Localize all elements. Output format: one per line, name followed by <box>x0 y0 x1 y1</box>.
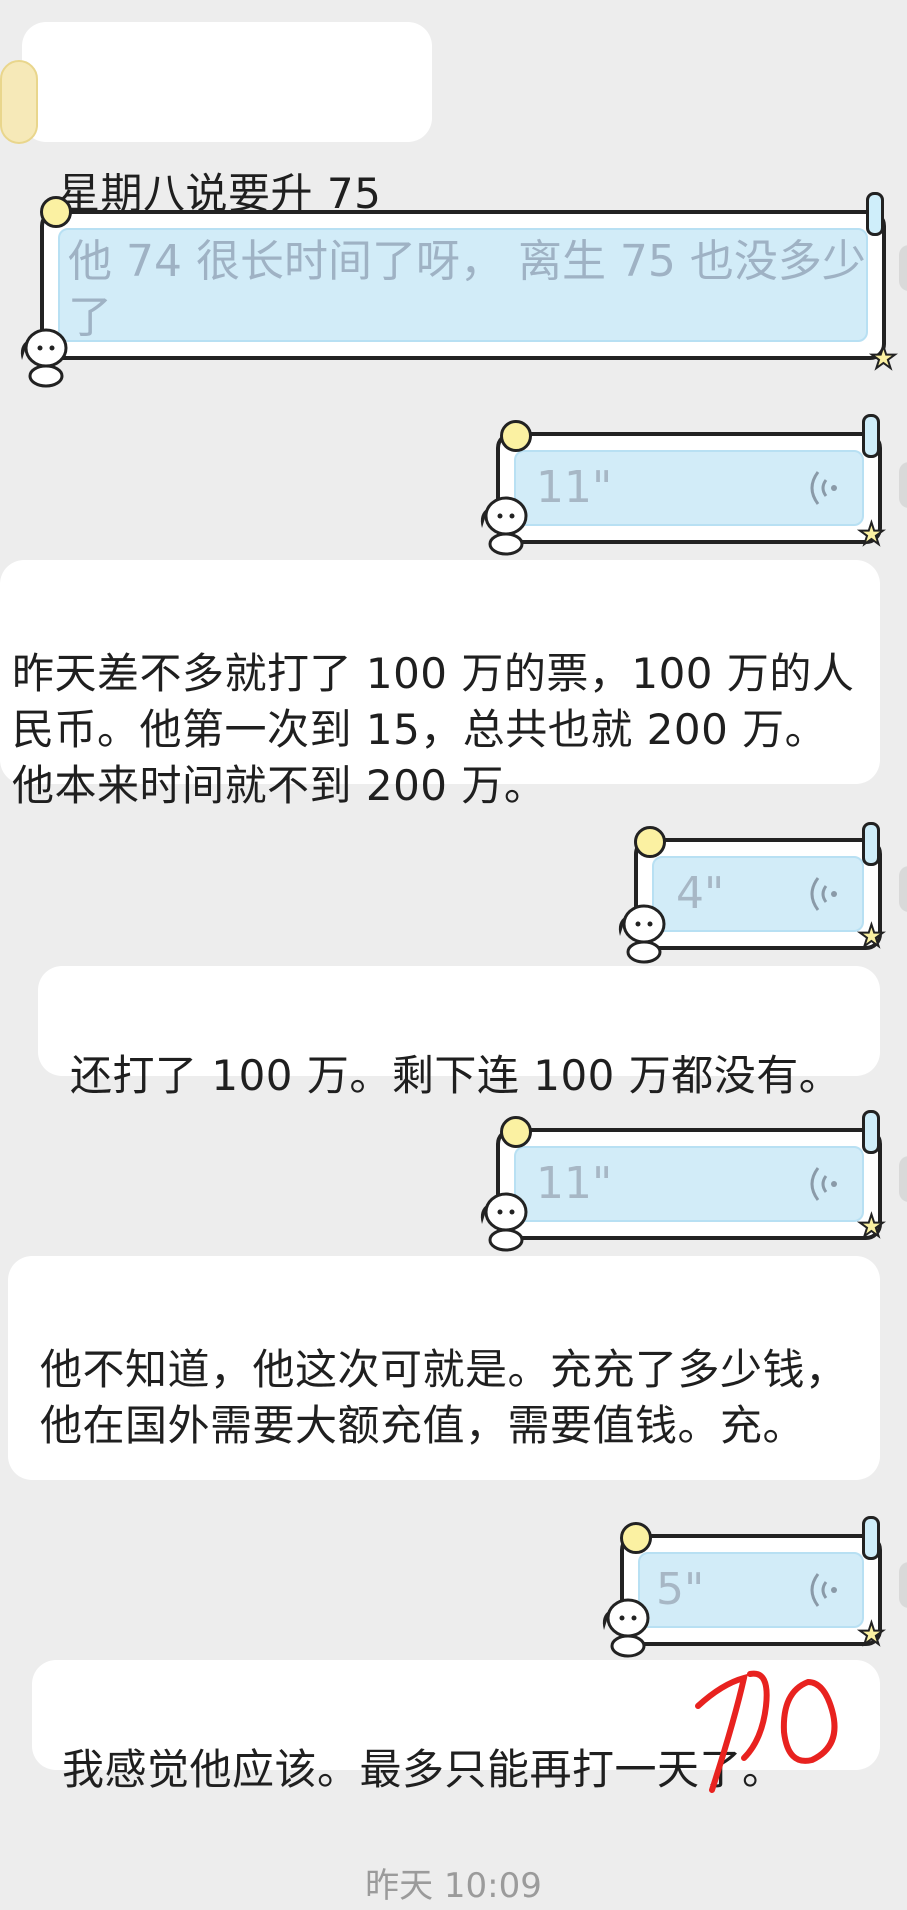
message-text: 他 74 很长时间了呀， 离生 75 也没多少了 <box>68 236 866 343</box>
pipe-sticker-icon <box>862 822 880 866</box>
message-bubble[interactable]: 星期八说要升 75 <box>0 22 432 218</box>
sun-sticker-icon <box>620 1522 652 1554</box>
avatar-edge-right <box>899 1562 907 1608</box>
voice-duration: 4" <box>676 868 725 919</box>
voice-duration: 11" <box>536 462 613 513</box>
pochacco-sticker-icon <box>618 904 666 964</box>
voice-duration: 11" <box>536 1158 613 1209</box>
avatar-edge <box>0 60 38 144</box>
avatar-edge-right <box>899 462 907 508</box>
star-sticker-icon: ★ <box>857 1209 886 1244</box>
pipe-sticker-icon <box>862 1110 880 1154</box>
pochacco-sticker-icon <box>20 328 68 388</box>
voice-wave-icon <box>810 1573 837 1607</box>
voice-wave-icon <box>810 1167 837 1201</box>
avatar-edge-right <box>899 1156 907 1202</box>
pochacco-sticker-icon <box>602 1598 650 1658</box>
star-sticker-icon: ★ <box>869 341 898 376</box>
star-sticker-icon: ★ <box>857 517 886 552</box>
handwritten-annotation: 10 <box>695 1670 838 1793</box>
message-bubble-framed[interactable]: 他 74 很长时间了呀， 离生 75 也没多少了 <box>40 210 886 360</box>
voice-message[interactable]: 11" <box>496 432 882 544</box>
sun-sticker-icon <box>634 826 666 858</box>
sun-sticker-icon <box>500 1116 532 1148</box>
sun-sticker-icon <box>40 196 72 228</box>
pipe-sticker-icon <box>862 414 880 458</box>
star-sticker-icon: ★ <box>857 919 886 954</box>
star-sticker-icon: ★ <box>857 1617 886 1652</box>
pochacco-sticker-icon <box>480 496 528 556</box>
voice-message[interactable]: 5" <box>620 1534 882 1646</box>
sun-sticker-icon <box>500 420 532 452</box>
voice-wave-icon <box>810 471 837 505</box>
pipe-sticker-icon <box>862 1516 880 1560</box>
pochacco-sticker-icon <box>480 1192 528 1252</box>
voice-message[interactable]: 11" <box>496 1128 882 1240</box>
message-text: 还打了 100 万。剩下连 100 万都没有。 <box>70 1051 842 1100</box>
timestamp: 昨天 10:09 <box>365 1866 542 1906</box>
message-bubble[interactable]: 昨天差不多就打了 100 万的票，100 万的人民币。他第一次到 15，总共也就… <box>0 560 880 810</box>
message-text: 他不知道，他这次可就是。充充了多少钱，他在国外需要大额充值，需要值钱。充。 <box>40 1345 848 1450</box>
pipe-sticker-icon <box>866 192 884 236</box>
message-bubble[interactable]: 他不知道，他这次可就是。充充了多少钱，他在国外需要大额充值，需要值钱。充。 <box>8 1256 880 1480</box>
avatar-edge-right <box>899 245 907 291</box>
voice-wave-icon <box>810 877 837 911</box>
message-bubble[interactable]: 还打了 100 万。剩下连 100 万都没有。 <box>38 966 880 1100</box>
message-text: 我感觉他应该。最多只能再打一天了。 <box>62 1745 785 1794</box>
voice-duration: 5" <box>656 1564 705 1615</box>
avatar-edge-right <box>899 866 907 912</box>
chat-screen: { "messages": { "m1": "星期八说要升 75", "m2":… <box>0 0 907 1910</box>
message-text: 昨天差不多就打了 100 万的票，100 万的人民币。他第一次到 15，总共也就… <box>12 649 855 810</box>
